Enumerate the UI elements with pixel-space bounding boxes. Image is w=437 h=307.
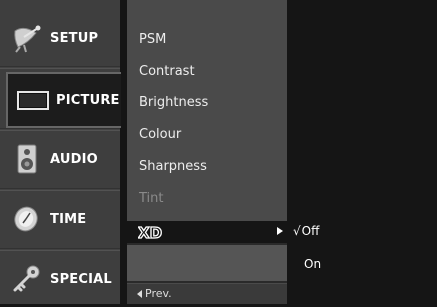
prev-label: Prev. <box>145 287 172 300</box>
tab-setup[interactable]: SETUP <box>0 10 120 66</box>
tab-time[interactable]: TIME <box>0 191 120 247</box>
satellite-dish-icon <box>14 25 41 53</box>
picture-menu: PSM Contrast Brightness Colour Sharpness… <box>127 0 287 304</box>
xd-submenu: √Off On <box>287 0 437 304</box>
menu-item-colour[interactable]: Colour <box>139 122 181 148</box>
tab-special-label: SPECIAL <box>50 271 112 287</box>
menu-separator <box>127 281 287 283</box>
submenu-arrow-icon <box>277 227 283 235</box>
clock-icon <box>14 206 38 232</box>
option-on-label: On <box>304 257 322 271</box>
tv-screen-icon <box>17 91 49 110</box>
left-arrow-icon <box>137 290 142 298</box>
tab-special[interactable]: SPECIAL <box>0 251 120 307</box>
check-mark-icon: √ <box>293 224 301 238</box>
tab-time-label: TIME <box>50 211 87 227</box>
option-off-label: Off <box>301 224 320 238</box>
tab-picture[interactable]: PICTURE <box>6 72 121 128</box>
tab-audio[interactable]: AUDIO <box>0 131 120 187</box>
tab-picture-label: PICTURE <box>56 92 120 108</box>
tab-setup-label: SETUP <box>50 30 99 46</box>
tab-divider <box>0 66 120 69</box>
xd-logo-text: XD <box>138 225 162 239</box>
option-on[interactable]: On <box>304 254 321 274</box>
speaker-icon <box>17 144 37 174</box>
xd-logo: XD <box>138 225 163 239</box>
menu-item-psm[interactable]: PSM <box>139 27 166 53</box>
category-sidebar: SETUP PICTURE AUDIO TIME SPECIAL <box>0 0 121 307</box>
option-off[interactable]: √Off <box>293 221 319 241</box>
tab-audio-label: AUDIO <box>50 151 98 167</box>
menu-item-brightness[interactable]: Brightness <box>139 90 208 116</box>
menu-item-contrast[interactable]: Contrast <box>139 59 195 85</box>
prev-button[interactable]: Prev. <box>127 284 287 304</box>
menu-item-sharpness[interactable]: Sharpness <box>139 154 207 180</box>
menu-item-tint: Tint <box>139 191 164 206</box>
menu-item-xd[interactable]: XD <box>127 221 287 243</box>
key-icon <box>13 265 40 292</box>
menu-empty-slot <box>127 245 287 281</box>
